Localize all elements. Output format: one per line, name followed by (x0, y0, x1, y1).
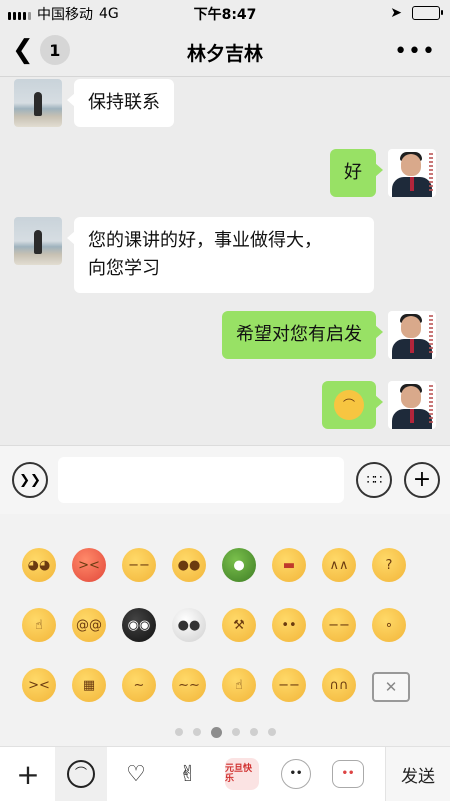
delete-emoji-button[interactable]: ✕ (372, 672, 410, 702)
grin-emoji-icon[interactable]: ●● (172, 548, 206, 582)
contact-avatar[interactable] (14, 79, 62, 127)
skull-black-emoji-icon[interactable]: ◉◉ (122, 608, 156, 642)
message-bubble[interactable]: 好 (330, 149, 383, 197)
shrug-emoji-icon[interactable]: −− (272, 668, 306, 702)
page-dot-active[interactable] (210, 727, 222, 738)
sticker-cat[interactable]: •• (322, 747, 374, 801)
sob-emoji-icon[interactable]: ∩∩ (322, 668, 356, 702)
bun-icon: •• (281, 759, 311, 789)
send-button[interactable]: 发送 (385, 747, 450, 801)
message-outgoing: 希望对您有启发 (222, 311, 436, 359)
sweat-emoji-icon[interactable]: −− (322, 608, 356, 642)
thinking-emoji-icon[interactable]: •• (272, 608, 306, 642)
hammer-emoji-icon[interactable]: ⚒ (222, 608, 256, 642)
skull-emoji-icon[interactable]: ●● (172, 608, 206, 642)
sticker-yuandan[interactable]: 元旦快乐 (216, 747, 268, 801)
location-icon: ➤ (390, 5, 402, 21)
my-avatar[interactable] (388, 149, 436, 197)
sly-emoji-icon[interactable]: ∼∼ (172, 668, 206, 702)
pick-nose-emoji-icon[interactable]: ☝ (222, 668, 256, 702)
shush-emoji-icon[interactable]: ☝ (22, 608, 56, 642)
contact-avatar[interactable] (14, 217, 62, 265)
battery-icon (412, 6, 443, 20)
page-dot[interactable] (231, 728, 240, 736)
input-bar: ❯❯ ∷∷ + (0, 445, 450, 515)
smirk-emoji-icon[interactable]: −− (122, 548, 156, 582)
angry-emoji-icon[interactable]: >< (72, 548, 106, 582)
sticker-bun[interactable]: •• (270, 747, 322, 801)
page-dot[interactable] (174, 728, 183, 736)
plus-circle-icon[interactable]: + (404, 462, 440, 498)
page-dot[interactable] (267, 728, 276, 736)
grimace-emoji-icon[interactable]: ▦ (72, 668, 106, 702)
my-avatar[interactable] (388, 311, 436, 359)
turtle-emoji-icon[interactable]: ● (222, 548, 256, 582)
message-outgoing: 好 (330, 149, 436, 197)
message-bubble[interactable]: 您的课讲的好，事业做得大， 向您学习 (67, 217, 374, 293)
whistle-emoji-icon[interactable]: ∘ (372, 608, 406, 642)
message-list: 保持联系 好 您的课讲的好，事业做得大， 向您学习 希望对您有启发 ⌒ (0, 77, 450, 444)
rolling-eyes-emoji-icon[interactable]: ◕◕ (22, 548, 56, 582)
my-avatar[interactable] (388, 381, 436, 429)
message-bubble[interactable]: 希望对您有启发 (222, 311, 383, 359)
cat-icon: •• (332, 760, 364, 788)
emoji-face-icon[interactable]: ⌒ (55, 747, 107, 801)
status-bar: 中国移动 4G 下午8:47 ➤ (0, 0, 450, 26)
message-bubble-emoji[interactable]: ⌒ (322, 381, 383, 429)
peace-hand-icon[interactable]: ✌ (162, 747, 214, 801)
chat-header: ❮ 1 林夕吉林 ••• (0, 26, 450, 77)
drooling-emoji-icon[interactable]: ∧∧ (322, 548, 356, 582)
keyboard-icon[interactable]: ∷∷ (356, 462, 392, 498)
heart-icon[interactable]: ♡ (110, 747, 162, 801)
backspace-icon: ✕ (384, 678, 398, 696)
headband-emoji-icon[interactable]: ▬ (272, 548, 306, 582)
message-incoming: 保持联系 (14, 79, 174, 127)
message-incoming: 您的课讲的好，事业做得大， 向您学习 (14, 217, 374, 293)
message-outgoing: ⌒ (322, 381, 436, 429)
clock: 下午8:47 (193, 7, 257, 23)
add-icon[interactable]: + (2, 747, 54, 801)
emoji-grid: ◕◕ >< −− ●● ● ▬ ∧∧ ? ☝ @@ ◉◉ ●● ⚒ •• −− … (22, 548, 432, 702)
page-dot[interactable] (249, 728, 258, 736)
kiss-emoji-icon[interactable]: ∼ (122, 668, 156, 702)
grinning-face-icon: ⌒ (334, 390, 364, 420)
emoji-panel: ◕◕ >< −− ●● ● ▬ ∧∧ ? ☝ @@ ◉◉ ●● ⚒ •• −− … (0, 514, 450, 746)
page-dot[interactable] (192, 728, 201, 736)
voice-icon[interactable]: ❯❯ (12, 462, 48, 498)
chat-title: 林夕吉林 (186, 43, 263, 65)
message-bubble[interactable]: 保持联系 (67, 79, 174, 127)
message-input[interactable] (58, 457, 344, 503)
dizzy-emoji-icon[interactable]: @@ (72, 608, 106, 642)
sticker-text: 元旦快乐 (225, 758, 259, 790)
emoji-tab-bar: + ⌒ ♡ ✌ 元旦快乐 •• •• 发送 (0, 746, 450, 801)
confused-emoji-icon[interactable]: ? (372, 548, 406, 582)
more-options-button[interactable]: ••• (394, 39, 436, 64)
page-indicator (0, 727, 450, 738)
laugh-tears-emoji-icon[interactable]: >< (22, 668, 56, 702)
